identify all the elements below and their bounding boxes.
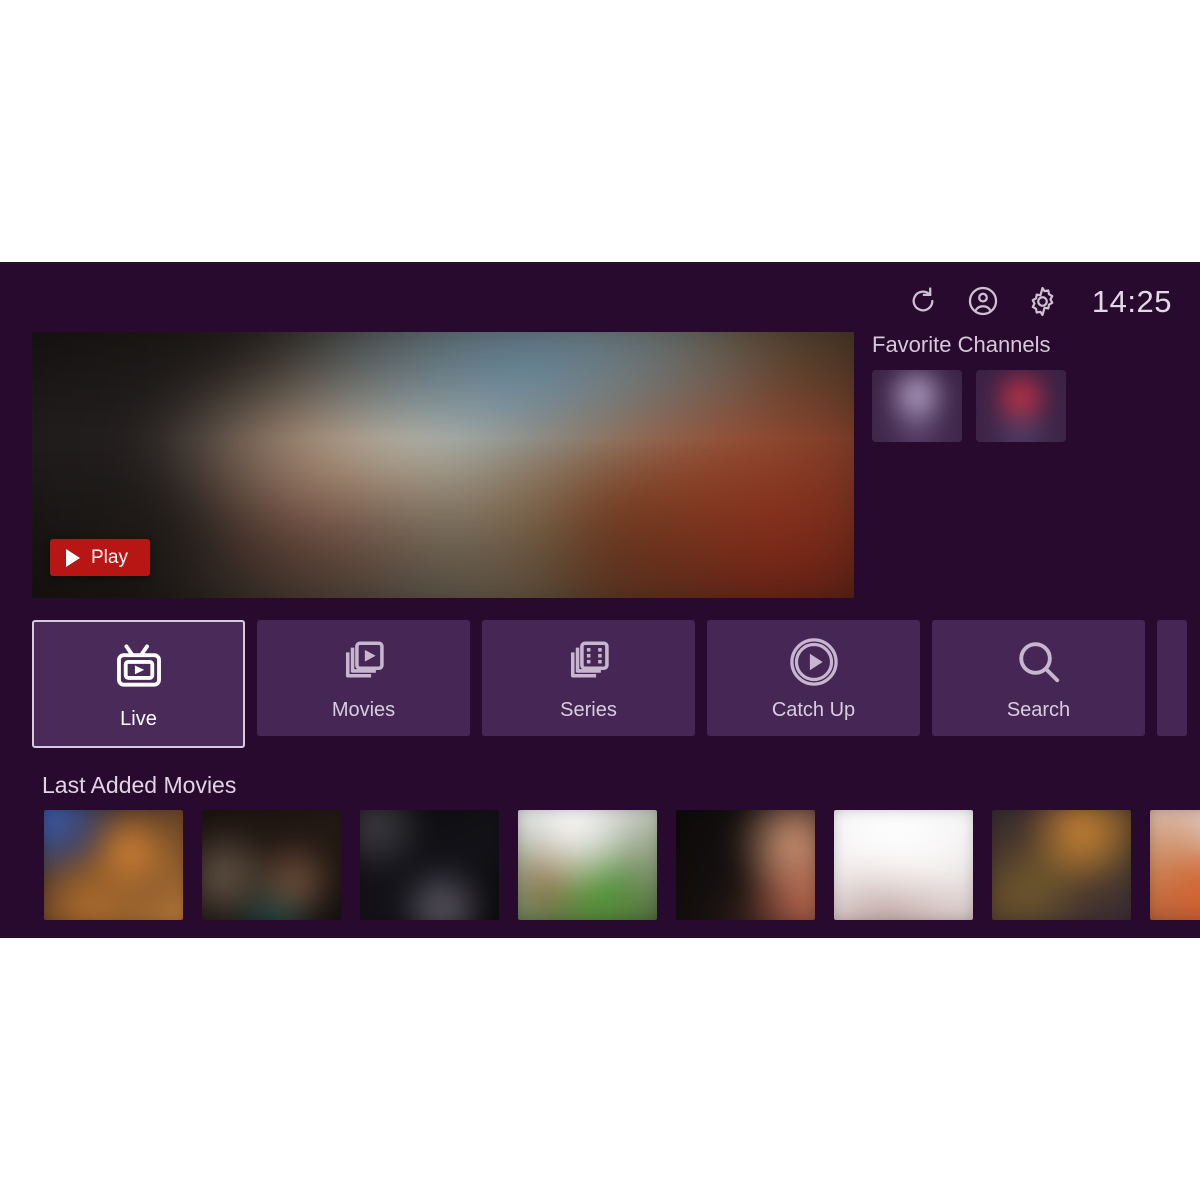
movie-poster-image bbox=[360, 810, 499, 920]
tv-app-screen: 14:25 Play Favorite Channels Live Movies… bbox=[0, 262, 1200, 938]
hero-banner[interactable]: Play bbox=[32, 332, 854, 598]
nav-tile-series[interactable]: Series bbox=[482, 620, 695, 736]
gear-icon[interactable] bbox=[1026, 284, 1060, 318]
movie-card[interactable] bbox=[992, 810, 1131, 920]
status-bar: 14:25 bbox=[906, 280, 1172, 322]
nav-label: Movies bbox=[331, 699, 396, 721]
nav-tile-catch-up[interactable]: Catch Up bbox=[707, 620, 920, 736]
nav-label: Catch Up bbox=[771, 699, 856, 721]
account-icon[interactable] bbox=[966, 284, 1000, 318]
movie-card[interactable] bbox=[834, 810, 973, 920]
play-triangle-icon bbox=[66, 548, 80, 567]
movie-poster-image bbox=[1150, 810, 1200, 920]
nav-tile-overflow[interactable] bbox=[1157, 620, 1187, 736]
page-root: 14:25 Play Favorite Channels Live Movies… bbox=[0, 0, 1200, 1200]
nav-label: Live bbox=[120, 708, 157, 730]
circle-play-icon bbox=[788, 636, 840, 688]
movie-poster-image bbox=[44, 810, 183, 920]
channel-logo-icon bbox=[976, 370, 1066, 442]
clock: 14:25 bbox=[1091, 283, 1172, 319]
movie-card[interactable] bbox=[1150, 810, 1200, 920]
nav-label: Series bbox=[560, 699, 617, 721]
play-button-label: Play bbox=[91, 547, 128, 568]
favorite-channels-panel: Favorite Channels bbox=[872, 334, 1172, 442]
movie-card[interactable] bbox=[202, 810, 341, 920]
refresh-icon[interactable] bbox=[906, 284, 940, 318]
favorite-channels-title: Favorite Channels bbox=[872, 332, 1051, 357]
play-button[interactable]: Play bbox=[50, 539, 150, 576]
hero-vignette bbox=[32, 332, 854, 598]
movie-card[interactable] bbox=[44, 810, 183, 920]
movie-poster-image bbox=[202, 810, 341, 920]
movie-poster-image bbox=[834, 810, 973, 920]
movie-poster-image bbox=[676, 810, 815, 920]
series-stack-icon bbox=[564, 636, 614, 688]
nav-tile-movies[interactable]: Movies bbox=[257, 620, 470, 736]
nav-label: Search bbox=[1006, 699, 1071, 721]
nav-tile-search[interactable]: Search bbox=[932, 620, 1145, 736]
movie-card[interactable] bbox=[360, 810, 499, 920]
tv-icon bbox=[112, 639, 166, 697]
favorite-channels-row bbox=[872, 370, 1172, 442]
movie-card[interactable] bbox=[518, 810, 657, 920]
search-icon bbox=[1013, 636, 1065, 688]
main-nav-row: Live Movies Series Catch Up Search bbox=[32, 620, 1187, 748]
movies-stack-icon bbox=[339, 636, 389, 688]
movie-poster-image bbox=[992, 810, 1131, 920]
last-added-movies-title: Last Added Movies bbox=[42, 772, 237, 798]
channel-logo-icon bbox=[872, 370, 962, 442]
movie-card[interactable] bbox=[676, 810, 815, 920]
nav-tile-live[interactable]: Live bbox=[32, 620, 245, 748]
last-added-movies-row bbox=[44, 810, 1200, 920]
movie-poster-image bbox=[518, 810, 657, 920]
favorite-channel-tile[interactable] bbox=[976, 370, 1066, 442]
favorite-channel-tile[interactable] bbox=[872, 370, 962, 442]
